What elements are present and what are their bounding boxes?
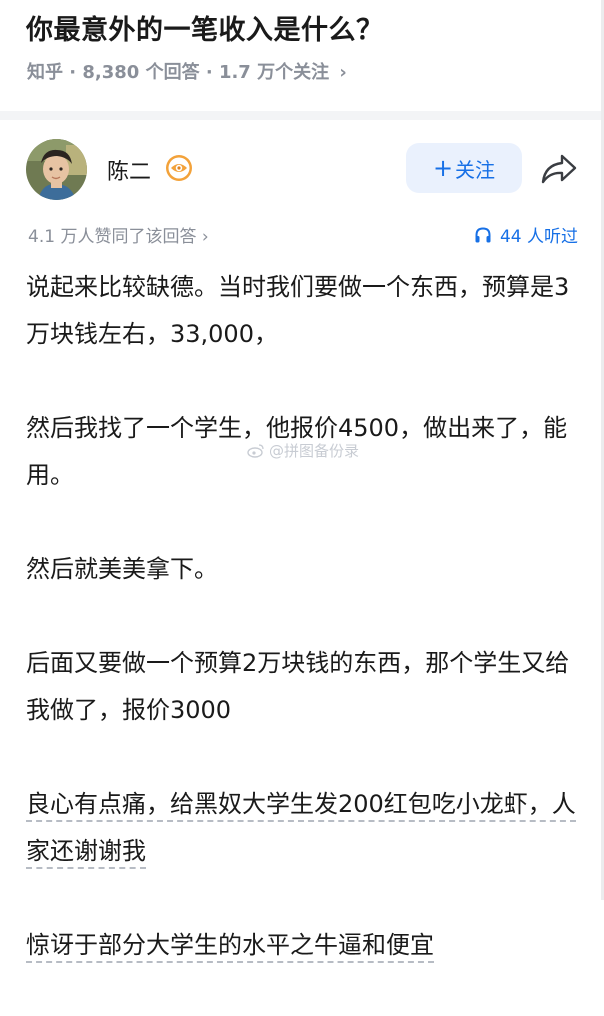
paragraph-text: 说起来比较缺德。当时我们要做一个东西，预算是3万块钱左右，33,000， bbox=[26, 273, 570, 348]
answer-paragraph: 然后就美美拿下。 bbox=[26, 546, 582, 593]
follow-button[interactable]: + 关注 bbox=[406, 143, 522, 193]
listen-info[interactable]: 44 人听过 bbox=[474, 222, 578, 247]
author-avatar[interactable] bbox=[26, 139, 87, 200]
follow-label: 关注 bbox=[455, 157, 496, 182]
plus-icon: + bbox=[432, 154, 454, 182]
answer-body: 说起来比较缺德。当时我们要做一个东西，预算是3万块钱左右，33,000， 然后我… bbox=[26, 264, 582, 1016]
section-divider bbox=[0, 111, 604, 120]
watermark-text: @拼图备份录 bbox=[269, 442, 360, 460]
answer-paragraph: 惊讶于部分大学生的水平之牛逼和便宜 bbox=[26, 922, 582, 969]
paragraph-text: 良心有点痛，给黑奴大学生发200红包吃小龙虾，人家还谢谢我 bbox=[26, 790, 576, 869]
question-meta-text: 知乎 · 8,380 个回答 · 1.7 万个关注 bbox=[27, 62, 330, 83]
weibo-icon bbox=[247, 444, 264, 458]
answer-paragraph: 良心有点痛，给黑奴大学生发200红包吃小龙虾，人家还谢谢我 bbox=[26, 781, 582, 875]
listen-count: 44 人听过 bbox=[499, 227, 578, 247]
answer-paragraph: 说起来比较缺德。当时我们要做一个东西，预算是3万块钱左右，33,000， bbox=[26, 264, 582, 358]
paragraph-text: 然后就美美拿下。 bbox=[26, 555, 218, 583]
question-meta[interactable]: 知乎 · 8,380 个回答 · 1.7 万个关注 › bbox=[27, 58, 347, 84]
answer-paragraph: 后面又要做一个预算2万块钱的东西，那个学生又给我做了，报价3000 bbox=[26, 640, 582, 734]
share-arrow-icon[interactable] bbox=[540, 152, 578, 186]
eye-badge-icon bbox=[165, 154, 193, 182]
question-title[interactable]: 你最意外的一笔收入是什么？ bbox=[26, 8, 384, 47]
avatar-photo bbox=[26, 139, 87, 200]
headphones-icon bbox=[475, 226, 491, 242]
paragraph-text: 后面又要做一个预算2万块钱的东西，那个学生又给我做了，报价3000 bbox=[26, 649, 570, 724]
upvote-summary[interactable]: 4.1 万人赞同了该回答 › bbox=[28, 222, 209, 247]
watermark: @拼图备份录 bbox=[247, 440, 359, 461]
chevron-right-icon: › bbox=[339, 62, 347, 83]
author-name[interactable]: 陈二 bbox=[107, 154, 151, 186]
paragraph-text: 惊讶于部分大学生的水平之牛逼和便宜 bbox=[26, 931, 434, 963]
